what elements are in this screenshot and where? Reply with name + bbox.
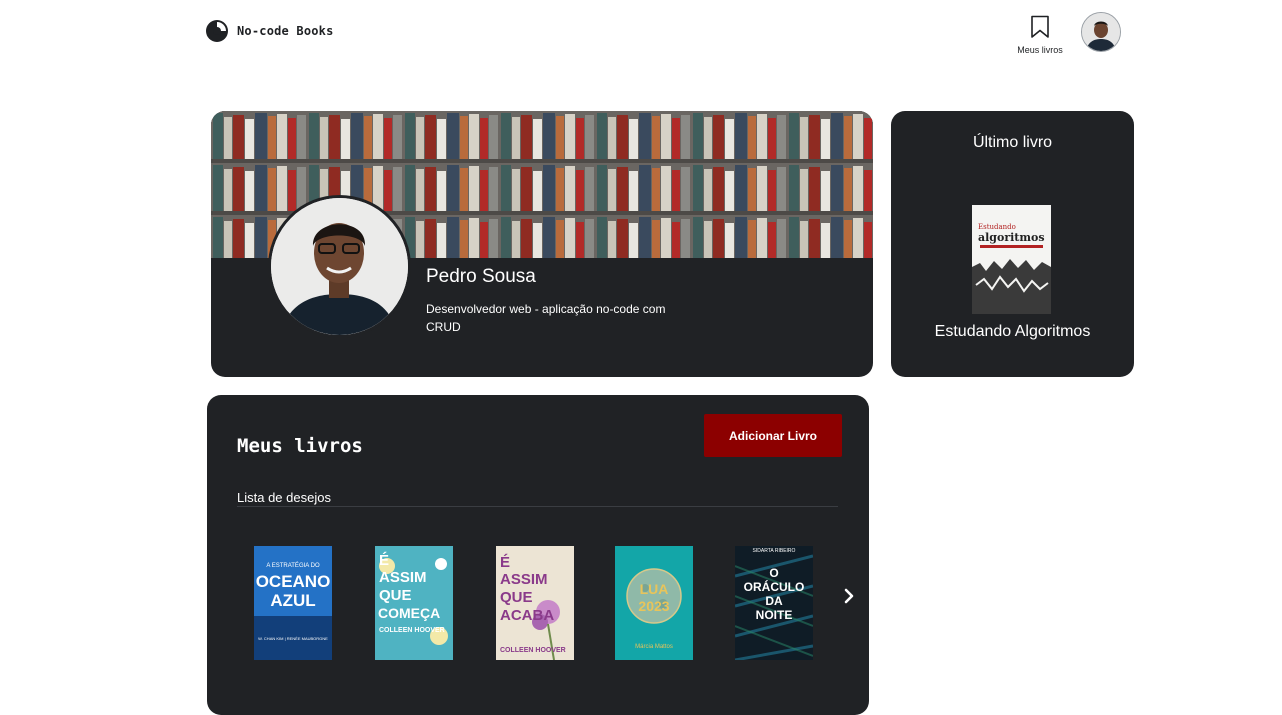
- cover-2-line-2: ASSIM: [379, 569, 427, 586]
- carousel-next-button[interactable]: [839, 585, 859, 607]
- bookmark-icon: [1031, 15, 1049, 38]
- nav-my-books-label: Meus livros: [1017, 45, 1063, 55]
- cover-3-line-3: QUE: [500, 589, 533, 606]
- cover-3-line-1: É: [500, 554, 511, 571]
- last-cover-line-2: algoritmos: [978, 231, 1045, 244]
- cover-5-line-3: DA: [765, 594, 783, 608]
- book-cover-assim-que-comeca[interactable]: É ASSIM QUE COMEÇA COLLEEN HOOVER: [375, 546, 453, 660]
- cover-1-line-2: OCEANO: [255, 572, 331, 591]
- wishlist-divider: [237, 506, 838, 507]
- cover-5-author: SIDARTA RIBEIRO: [752, 548, 796, 554]
- book-cover-lua-2023[interactable]: LUA 2023 Márcia Mattos: [615, 546, 693, 660]
- last-book-card: Último livro Estudando algoritmos Estuda…: [891, 111, 1134, 377]
- my-books-card: Meus livros Adicionar Livro Lista de des…: [207, 395, 869, 715]
- cover-5-line-1: O: [769, 566, 779, 580]
- logo[interactable]: No-code Books: [205, 19, 334, 43]
- cover-4-line-2: 2023: [638, 598, 670, 614]
- profile-name: Pedro Sousa: [426, 266, 536, 287]
- profile-card: Pedro Sousa Desenvolvedor web - aplicaçã…: [211, 111, 873, 377]
- logo-text: No-code Books: [237, 24, 334, 38]
- last-cover-line-1: Estudando: [978, 223, 1016, 231]
- cover-3-line-2: ASSIM: [500, 571, 548, 588]
- cover-1-line-1: A ESTRATÉGIA DO: [266, 563, 320, 569]
- profile-photo: [268, 195, 411, 338]
- cover-5-line-4: NOITE: [755, 608, 793, 622]
- cover-3-line-4: ACABA: [500, 607, 555, 624]
- last-book-heading: Último livro: [972, 134, 1053, 151]
- wishlist-label: Lista de desejos: [237, 490, 331, 505]
- book-cover-oraculo-da-noite[interactable]: SIDARTA RIBEIRO O ORÁCULO DA NOITE: [735, 546, 813, 660]
- cover-3-author: COLLEEN HOOVER: [500, 647, 566, 654]
- last-book-cover[interactable]: Estudando algoritmos: [972, 205, 1051, 314]
- user-avatar[interactable]: [1081, 12, 1121, 52]
- last-book-title: Estudando Algoritmos: [934, 323, 1091, 340]
- book-cover-assim-que-acaba[interactable]: É ASSIM QUE ACABA COLLEEN HOOVER: [496, 546, 574, 660]
- cover-2-line-3: QUE: [379, 587, 412, 604]
- cover-1-line-3: AZUL: [270, 591, 316, 610]
- cover-2-line-1: É: [379, 552, 390, 569]
- add-book-button[interactable]: Adicionar Livro: [704, 414, 842, 457]
- cover-4-line-1: LUA: [639, 581, 669, 597]
- logo-icon: [205, 19, 229, 43]
- my-books-heading: Meus livros: [237, 435, 363, 457]
- book-cover-oceano-azul[interactable]: A ESTRATÉGIA DO OCEANO AZUL W. CHAN KIM …: [254, 546, 332, 660]
- cover-2-author: COLLEEN HOOVER: [379, 627, 445, 634]
- cover-2-line-4: COMEÇA: [378, 605, 441, 621]
- cover-1-author: W. CHAN KIM | RENÉE MAUBORGNE: [258, 636, 328, 641]
- chevron-right-icon: [844, 588, 854, 604]
- cover-4-author: Márcia Mattos: [635, 644, 673, 650]
- nav-my-books[interactable]: Meus livros: [1014, 15, 1066, 55]
- cover-5-line-2: ORÁCULO: [743, 580, 805, 594]
- profile-bio: Desenvolvedor web - aplicação no-code co…: [426, 302, 666, 334]
